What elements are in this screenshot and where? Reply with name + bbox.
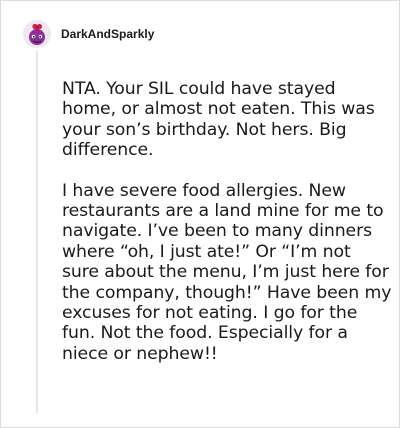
comment-card: DarkAndSparkly NTA. Your SIL could have … xyxy=(0,0,400,428)
thread-line[interactable] xyxy=(36,51,38,413)
avatar-icon[interactable] xyxy=(23,20,51,48)
comment-paragraph: NTA. Your SIL could have stayed home, or… xyxy=(62,79,375,161)
comment-body: NTA. Your SIL could have stayed home, or… xyxy=(62,79,392,384)
comment-author[interactable]: DarkAndSparkly xyxy=(61,27,154,41)
comment-header: DarkAndSparkly xyxy=(23,15,154,53)
comment-paragraph: I have severe food allergies. New restau… xyxy=(62,180,392,364)
